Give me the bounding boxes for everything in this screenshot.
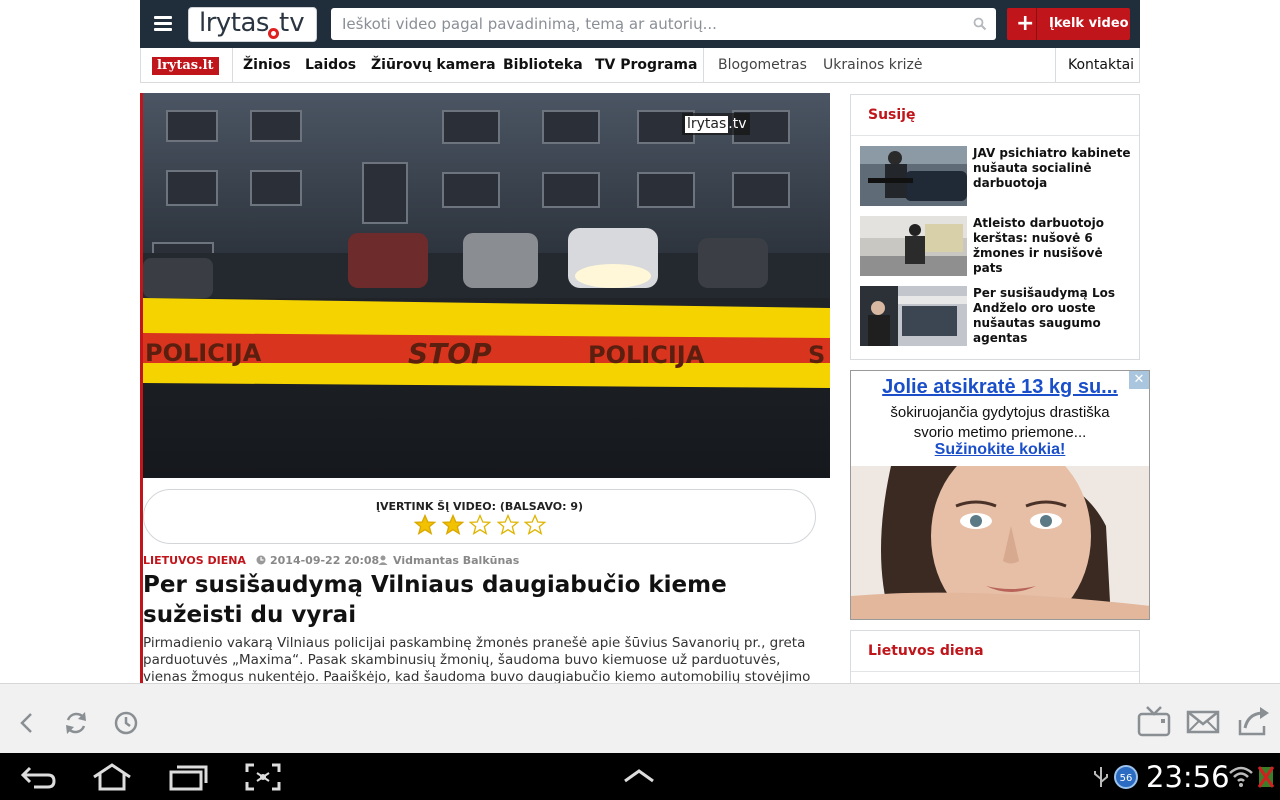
related-thumbnail [860,146,967,206]
search-input[interactable] [331,8,961,40]
star-filled-icon[interactable] [441,514,464,536]
video-player[interactable]: POLICIJA STOP POLICIJA S lrytas .tv [143,93,830,478]
user-icon [378,555,388,565]
system-back-icon[interactable] [20,763,58,791]
related-item[interactable]: Per susišaudymą Los Andželo oro uoste nu… [860,286,1135,346]
article-body: Pirmadienio vakarą Vilniaus policijai pa… [143,635,811,683]
screenshot-icon[interactable] [245,763,281,791]
video-frame: POLICIJA STOP POLICIJA S [143,93,830,478]
search-icon[interactable] [973,17,987,31]
lrytas-lt-logo[interactable]: lrytas.lt [152,57,219,75]
nav-divider [703,48,704,83]
upload-video-button[interactable]: + Įkelk video [1007,8,1130,40]
nav-item-kontaktai[interactable]: Kontaktai [1068,57,1134,73]
ad-body: šokiruojančia gydytojus drastiška svorio… [890,404,1110,441]
star-empty-icon[interactable] [469,514,491,536]
article-date: 2014-09-22 20:08 [270,554,380,567]
share-icon[interactable] [1236,704,1270,738]
nav-item-blogometras[interactable]: Blogometras [718,57,807,73]
rating-label: ĮVERTINK ŠĮ VIDEO: (BALSAVO: 9) [375,500,584,513]
nav-item-ziurovu-kamera[interactable]: Žiūrovų kamera [371,57,496,73]
system-home-icon[interactable] [91,763,133,791]
tape-text: POLICIJA [588,341,705,369]
nav-divider [232,48,233,83]
svg-text:56: 56 [1120,773,1133,784]
tape-text: STOP [408,337,492,370]
article-author[interactable]: Vidmantas Balkūnas [393,554,519,567]
star-filled-icon[interactable] [414,514,436,536]
refresh-icon[interactable] [61,708,91,738]
browser-toolbar [0,683,1280,753]
rating-widget: ĮVERTINK ŠĮ VIDEO: (BALSAVO: 9) [143,489,816,544]
back-icon[interactable] [12,708,42,738]
search-box [331,8,996,40]
article-category-link[interactable]: LIETUVOS DIENA [143,554,246,567]
divider [851,671,1139,672]
tape-text: POLICIJA [145,339,262,367]
star-empty-icon[interactable] [524,514,546,536]
section-title[interactable]: Lietuvos diena [868,643,984,659]
clock-icon [256,555,266,565]
mail-icon[interactable] [1186,704,1220,738]
site-logo[interactable]: lrytas tv [188,7,317,42]
system-navigation-bar: 56 23:56 [0,753,1280,800]
battery-icon [1257,766,1275,788]
usb-icon [1094,767,1108,787]
nav-divider [1055,48,1056,83]
article-title: Per susišaudymą Vilniaus daugiabučio kie… [143,572,727,628]
nav-item-ukrainos-krize[interactable]: Ukrainos krizė [823,57,922,73]
related-item-title: Atleisto darbuotojo kerštas: nušovė 6 žm… [973,216,1105,275]
advertisement[interactable]: ✕ Jolie atsikratė 13 kg su... šokiruojan… [850,370,1150,620]
logo-tv-text: tv [279,8,305,38]
nav-item-zinios[interactable]: Žinios [243,57,291,73]
divider [851,135,1139,136]
related-item[interactable]: JAV psichiatro kabinete nušauta socialin… [860,146,1135,206]
system-recent-apps-icon[interactable] [168,763,208,791]
status-clock: 23:56 [1146,760,1230,794]
related-title: Susiję [868,107,916,123]
nav-item-biblioteka[interactable]: Biblioteka [503,57,583,73]
related-item[interactable]: Atleisto darbuotojo kerštas: nušovė 6 žm… [860,216,1135,276]
star-empty-icon[interactable] [496,514,519,536]
logo-text: lrytas [199,8,269,38]
top-header: lrytas tv + Įkelk video [140,0,1140,48]
ad-headline[interactable]: Jolie atsikratė 13 kg su... [851,376,1149,399]
tape-text: S [808,341,825,369]
ad-link[interactable]: Sužinokite kokia! [851,441,1149,459]
plus-icon: + [1007,8,1037,40]
wifi-icon [1229,766,1253,787]
related-thumbnail [860,216,967,276]
related-panel: Susiję JAV psichiatro kabinete nušauta s… [850,94,1140,360]
history-icon[interactable] [111,708,141,738]
related-thumbnail [860,286,967,346]
expand-up-icon[interactable] [622,767,656,785]
related-item-title: JAV psichiatro kabinete nušauta socialin… [973,146,1131,190]
nav-item-laidos[interactable]: Laidos [305,57,356,73]
main-nav: lrytas.lt Žinios Laidos Žiūrovų kamera B… [140,48,1140,83]
upload-video-label: Įkelk video [1049,16,1129,31]
video-watermark: lrytas .tv [682,113,750,135]
notification-badge-icon[interactable]: 56 [1113,764,1139,790]
ad-photo [851,466,1149,619]
star-rating [414,514,552,540]
nav-item-tv-programa[interactable]: TV Programa [595,57,697,73]
logo-dot-icon [268,28,279,39]
lietuvos-diena-panel: Lietuvos diena [850,630,1140,690]
menu-icon[interactable] [154,16,172,31]
related-item-title: Per susišaudymą Los Andželo oro uoste nu… [973,286,1115,345]
tv-icon[interactable] [1137,704,1171,738]
